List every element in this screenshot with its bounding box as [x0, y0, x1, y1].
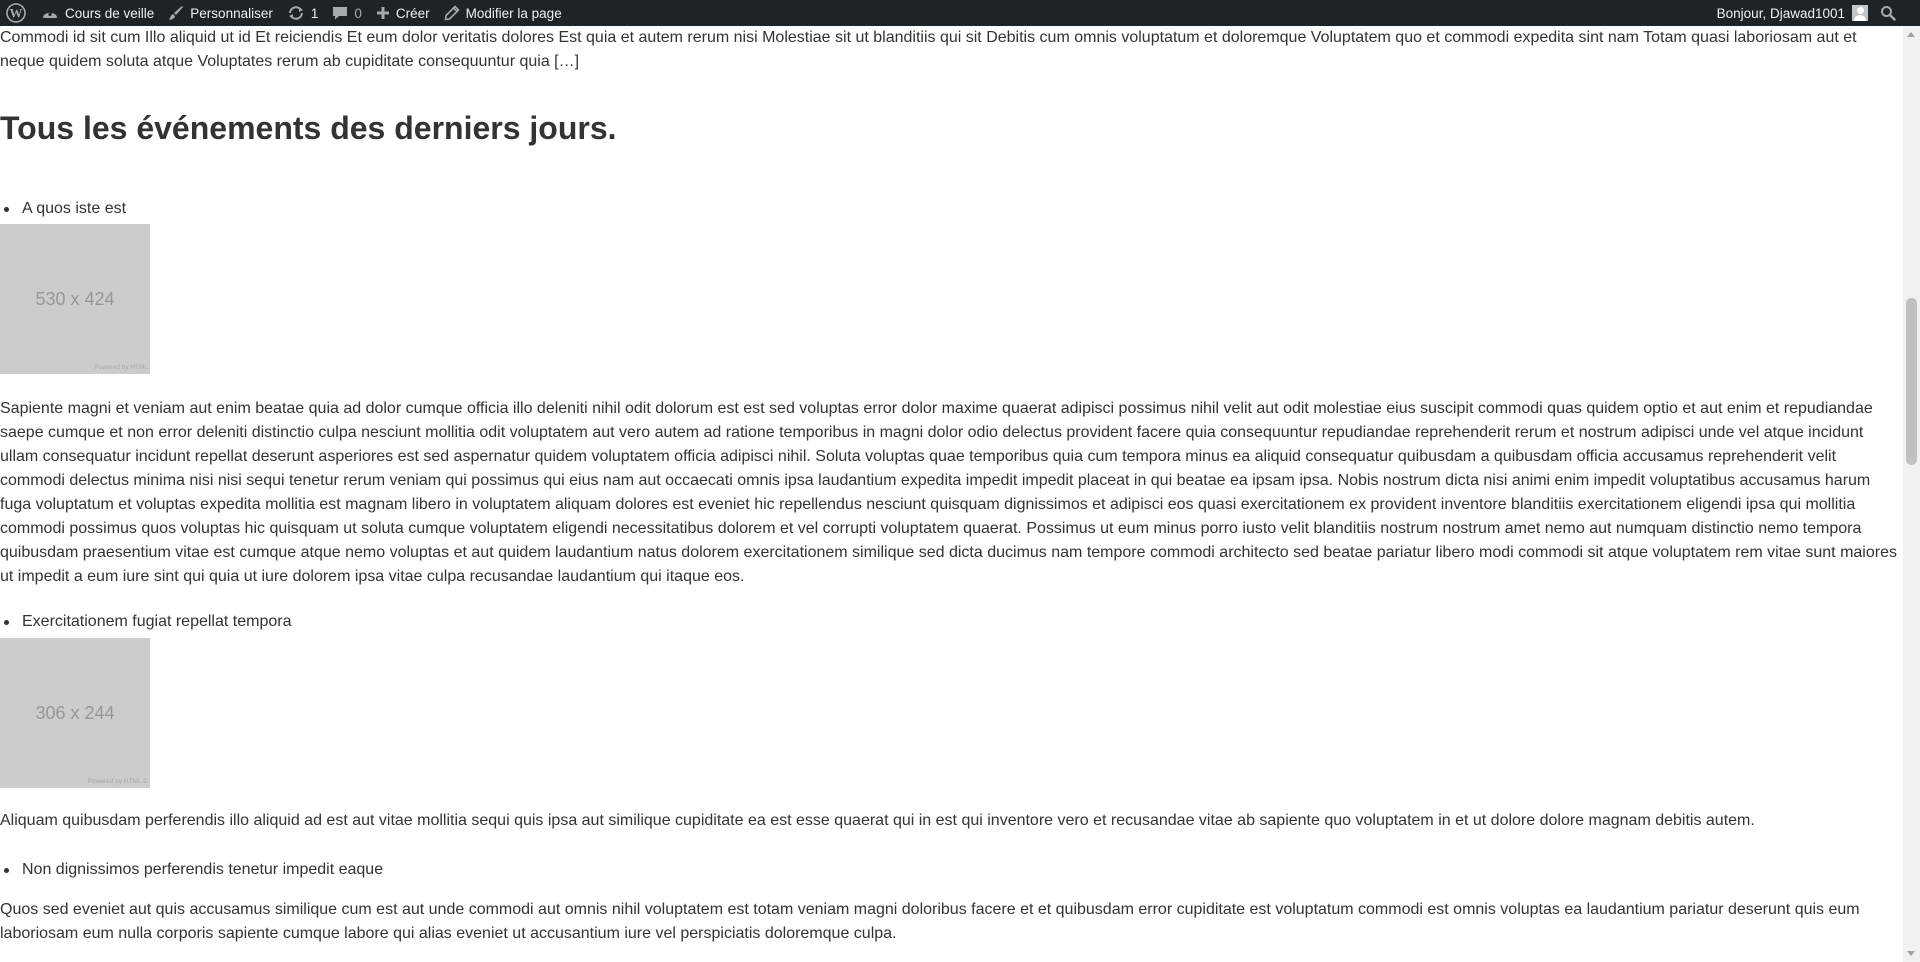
- edit-page-label: Modifier la page: [465, 5, 562, 21]
- user-avatar-icon: [1852, 5, 1868, 21]
- vertical-scrollbar[interactable]: [1903, 26, 1920, 962]
- event-thumbnail[interactable]: 306 x 244 Powered by HTML.C: [0, 638, 150, 788]
- updates-count: 1: [310, 5, 319, 21]
- event-title[interactable]: Non dignissimos perferendis tenetur impe…: [3, 858, 383, 882]
- pencil-icon: [444, 5, 460, 21]
- customize-label: Personnaliser: [190, 5, 273, 21]
- scroll-up-arrow-icon[interactable]: [1907, 32, 1915, 37]
- plus-icon: [376, 6, 390, 20]
- event-thumbnail[interactable]: 530 x 424 Powered by HTML: [0, 224, 150, 374]
- search-button[interactable]: [1878, 0, 1898, 26]
- edit-page-link[interactable]: Modifier la page: [437, 0, 569, 26]
- svg-text:W: W: [10, 6, 23, 21]
- site-name-label: Cours de veille: [65, 5, 155, 21]
- updates-link[interactable]: 1: [280, 0, 326, 26]
- customize-link[interactable]: Personnaliser: [161, 0, 280, 26]
- thumbnail-size-label: 530 x 424: [35, 289, 115, 309]
- wordpress-logo-icon: W: [6, 3, 26, 23]
- thumbnail-credit: Powered by HTML.C: [87, 778, 148, 785]
- admin-bar: W Cours de veille Personnaliser 1 0 Crée…: [0, 0, 1920, 26]
- previous-event-excerpt: Commodi id sit cum Illo aliquid ut id Et…: [0, 29, 1857, 70]
- scroll-down-arrow-icon[interactable]: [1907, 951, 1915, 956]
- new-content-label: Créer: [395, 5, 430, 21]
- site-name-link[interactable]: Cours de veille: [34, 0, 161, 26]
- paint-brush-icon: [168, 5, 184, 21]
- greeting-label: Bonjour, Djawad1001: [1716, 5, 1845, 21]
- thumbnail-size-label: 306 x 244: [35, 703, 115, 723]
- my-account-link[interactable]: Bonjour, Djawad1001: [1710, 0, 1878, 26]
- new-content-link[interactable]: Créer: [369, 0, 437, 26]
- event-description: Quos sed eveniet aut quis accusamus simi…: [0, 901, 1860, 942]
- comment-bubble-icon: [332, 5, 348, 21]
- home-icon: [41, 6, 59, 20]
- comments-link[interactable]: 0: [325, 0, 369, 26]
- comments-count: 0: [354, 5, 362, 21]
- event-description: Sapiente magni et veniam aut enim beatae…: [0, 400, 1897, 585]
- event-description: Aliquam quibusdam perferendis illo aliqu…: [0, 812, 1755, 829]
- update-icon: [287, 5, 305, 21]
- event-title[interactable]: Exercitationem fugiat repellat tempora: [3, 610, 291, 634]
- search-icon: [1880, 5, 1896, 21]
- wordpress-logo-button[interactable]: W: [0, 0, 34, 26]
- scrollbar-thumb[interactable]: [1906, 298, 1917, 465]
- event-title[interactable]: A quos iste est: [3, 197, 126, 221]
- thumbnail-credit: Powered by HTML: [94, 364, 148, 371]
- section-heading: Tous les événements des derniers jours.: [0, 110, 617, 146]
